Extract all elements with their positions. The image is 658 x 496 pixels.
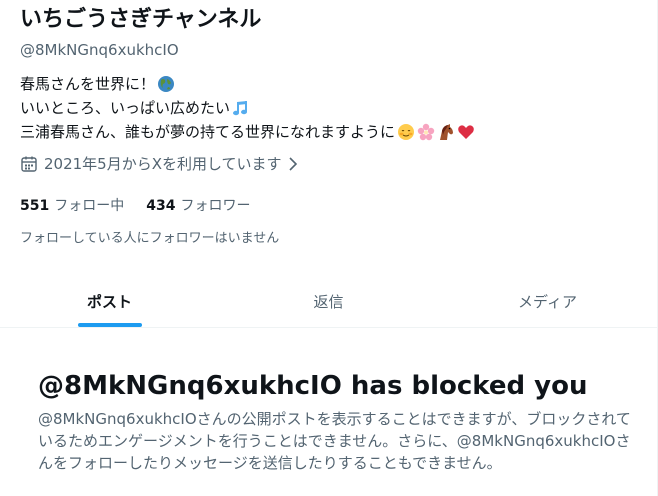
bio-line-2: いいところ、いっぱい広めたい [20, 96, 475, 120]
join-date[interactable]: 2021年5月からXを利用しています [20, 154, 304, 174]
bio-line-3: 三浦春馬さん、誰もが夢の持てる世界になれますように [20, 120, 475, 144]
active-tab-indicator [77, 323, 142, 327]
display-name: いちごうさぎチャンネル [20, 7, 262, 32]
tab-posts-label: ポスト [86, 293, 132, 311]
followers-link[interactable]: 434 フォロワー [146, 196, 250, 216]
blocked-notice: @8MkNGnq6xukhcIO has blocked you @8MkNGn… [38, 370, 643, 474]
tab-replies[interactable]: 返信 [219, 276, 438, 327]
bio-text-2: いいところ、いっぱい広めたい [20, 99, 231, 117]
tab-media[interactable]: メディア [438, 276, 657, 327]
tab-replies-label: 返信 [313, 293, 344, 311]
profile-bio: 春馬さんを世界に！ いいところ、いっぱい広めたい 三浦春馬さん、誰もが夢の持てる… [20, 72, 475, 144]
following-count: 551 [20, 198, 50, 214]
blocked-title: @8MkNGnq6xukhcIO has blocked you [38, 371, 588, 401]
horse-icon [440, 124, 454, 140]
follow-stats: 551 フォロー中 434 フォロワー [20, 196, 272, 216]
red-heart-icon [458, 125, 474, 139]
cherry-blossom-icon [417, 123, 435, 141]
following-label: フォロー中 [54, 198, 125, 214]
calendar-icon [21, 156, 37, 172]
following-link[interactable]: 551 フォロー中 [20, 196, 124, 216]
tab-media-label: メディア [518, 293, 577, 311]
tab-posts[interactable]: ポスト [0, 276, 219, 327]
music-note-icon [233, 101, 248, 116]
bio-line-1: 春馬さんを世界に！ [20, 72, 475, 96]
bio-text-3: 三浦春馬さん、誰もが夢の持てる世界になれますように [20, 123, 396, 141]
chevron-right-icon [288, 157, 297, 171]
join-date-text: 2021年5月からXを利用しています [44, 155, 282, 173]
user-handle: @8MkNGnq6xukhcIO [20, 41, 179, 59]
blocked-description: @8MkNGnq6xukhcIOさんの公開ポストを表示することはできますが、ブロ… [38, 410, 631, 472]
bio-text-1: 春馬さんを世界に！ [20, 75, 156, 93]
followers-label: フォロワー [180, 198, 251, 214]
followers-you-know: フォローしている人にフォロワーはいません [20, 231, 280, 246]
globe-icon [158, 76, 175, 92]
followers-count: 434 [146, 198, 176, 214]
smiling-face-icon [398, 124, 415, 140]
profile-tabs: ポスト 返信 メディア [0, 276, 657, 328]
